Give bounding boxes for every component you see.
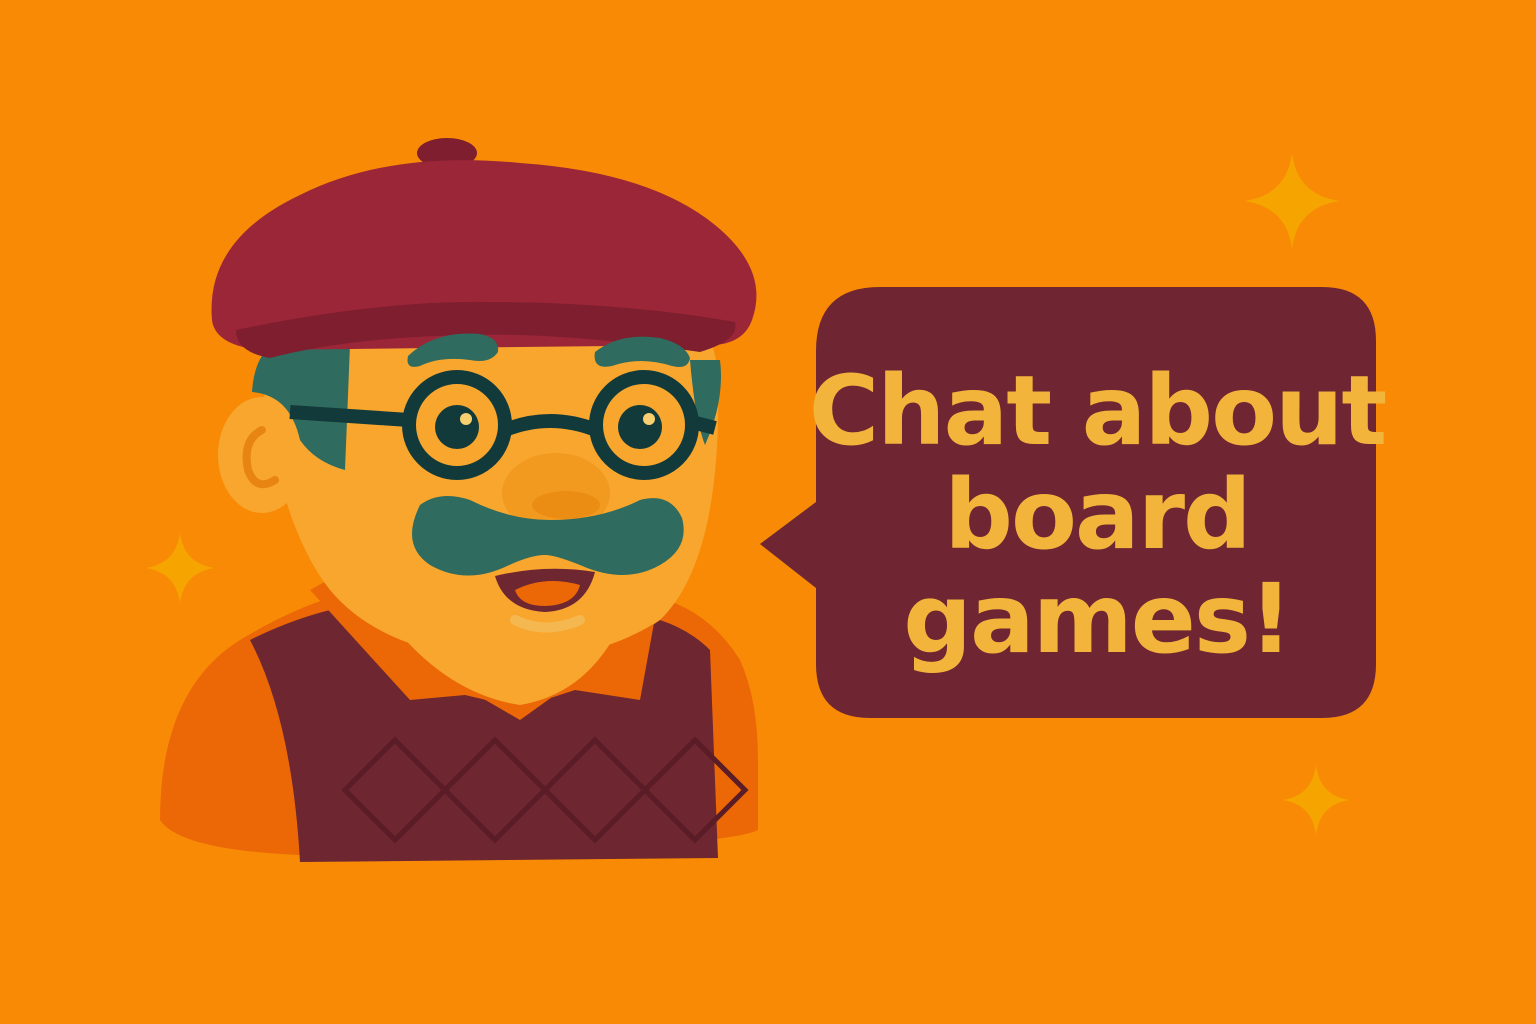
old-man-character [160, 138, 758, 862]
eye-right [618, 405, 662, 449]
sparkle-icon [146, 533, 214, 603]
eye-left [435, 405, 479, 449]
speech-bubble-line: games! [903, 563, 1293, 675]
sparkle-icon [1244, 153, 1340, 249]
sparkle-icon [1282, 765, 1350, 835]
speech-bubble-line: board [944, 459, 1252, 571]
speech-bubble-text: Chat about board games! [809, 345, 1388, 685]
speech-bubble-line: Chat about [808, 355, 1388, 467]
